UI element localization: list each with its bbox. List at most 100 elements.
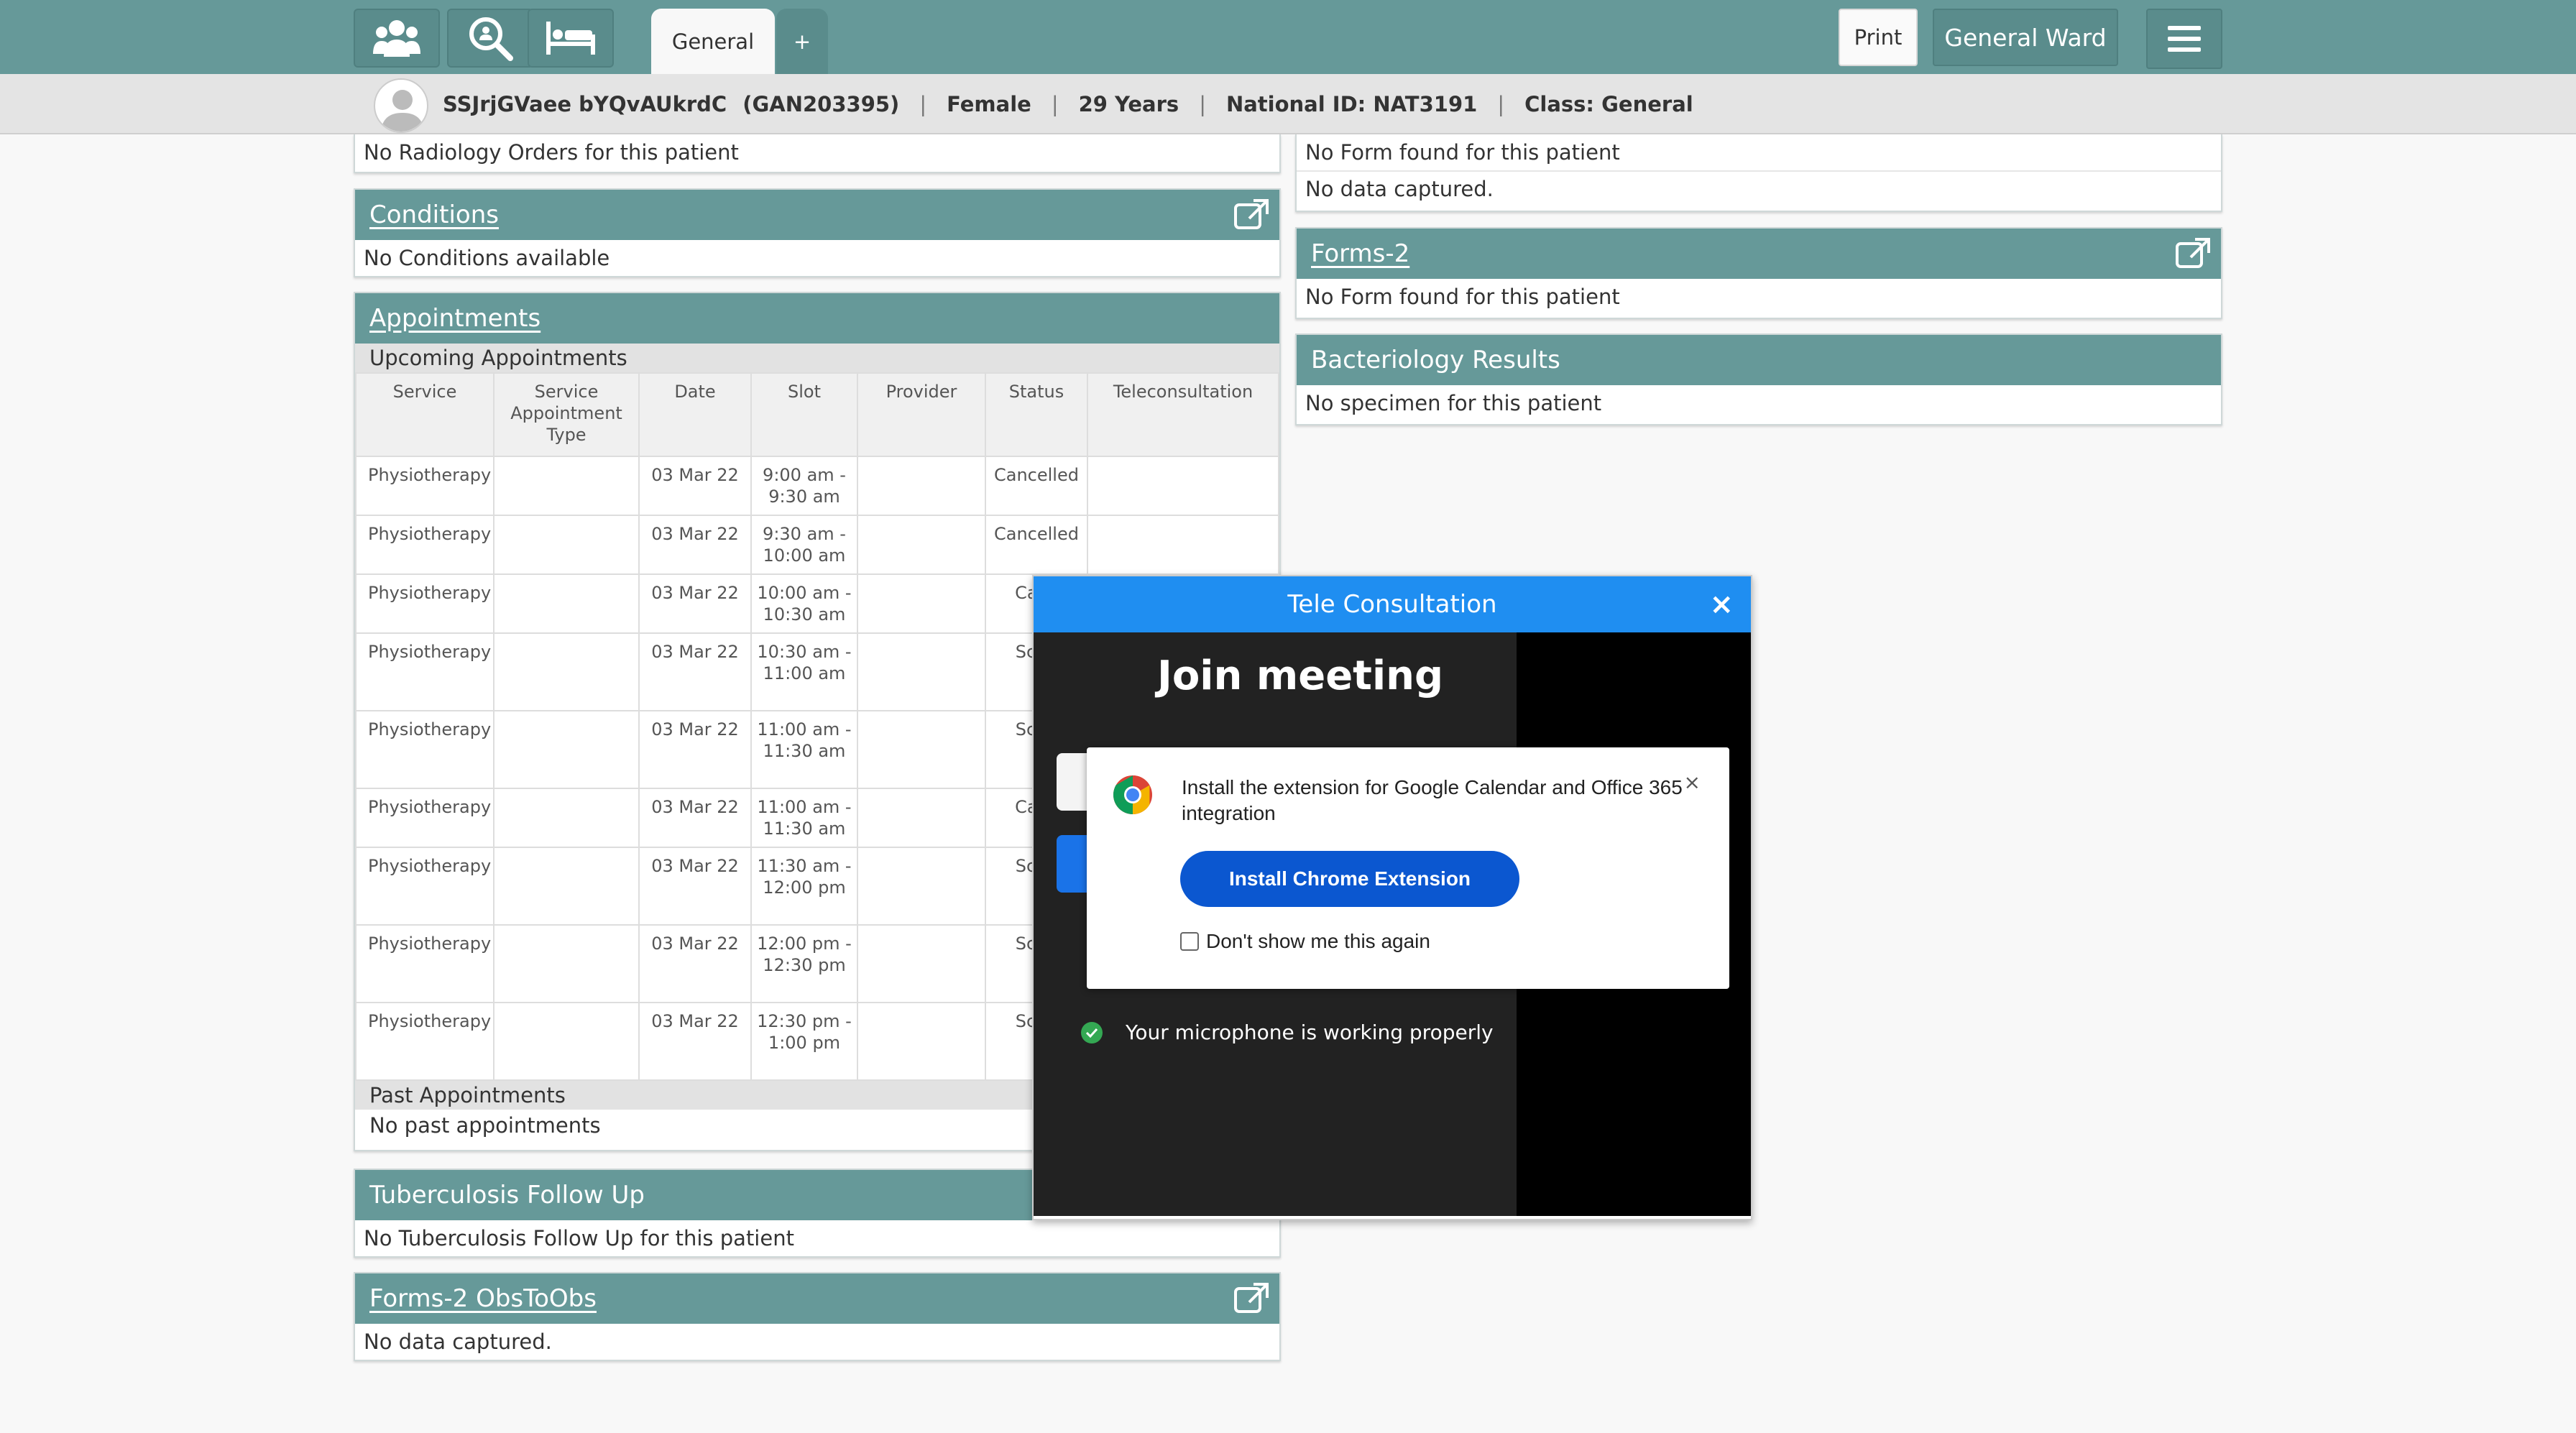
- external-link-icon[interactable]: [1233, 198, 1269, 230]
- forms2-message: No Form found for this patient: [1305, 285, 1620, 309]
- chrome-logo-icon: [1113, 775, 1152, 814]
- ward-button[interactable]: General Ward: [1933, 9, 2118, 66]
- table-row: Physiotherapy 03 Mar 22 9:30 am - 10:00 …: [355, 515, 1279, 575]
- cell-provider: [857, 456, 986, 516]
- cell-type: [493, 710, 640, 789]
- cell-tele: [1087, 515, 1279, 575]
- cell-provider: [857, 710, 986, 789]
- add-tab-button[interactable]: +: [776, 9, 828, 74]
- patient-class: Class: General: [1524, 92, 1693, 116]
- cell-slot: 10:00 am - 10:30 am: [750, 573, 858, 634]
- column-header[interactable]: Slot: [750, 372, 858, 457]
- cell-type: [493, 515, 640, 575]
- check-circle-icon: [1081, 1021, 1103, 1043]
- column-header[interactable]: Date: [638, 372, 752, 457]
- column-header[interactable]: Service: [355, 372, 494, 457]
- patient-header: SSJrjGVaee bYQvAUkrdC (GAN203395) | Fema…: [0, 74, 2576, 134]
- appointments-title-link[interactable]: Appointments: [369, 304, 540, 333]
- magnifier-icon: [469, 17, 513, 61]
- tb-followup-title: Tuberculosis Follow Up: [369, 1181, 645, 1209]
- chrome-extension-popup: Install the extension for Google Calenda…: [1087, 747, 1729, 989]
- conditions-title-link[interactable]: Conditions: [369, 201, 499, 229]
- search-patient-icon[interactable]: [447, 9, 533, 68]
- modal-title: Tele Consultation: [1287, 590, 1497, 619]
- forms-top-data-message: No data captured.: [1297, 170, 2221, 206]
- cell-date: 03 Mar 22: [638, 847, 752, 926]
- cell-provider: [857, 573, 986, 634]
- cell-service: Physiotherapy: [355, 456, 494, 516]
- patients-icon[interactable]: [354, 9, 440, 68]
- cell-provider: [857, 847, 986, 926]
- column-header[interactable]: Service Appointment Type: [493, 372, 640, 457]
- bacteriology-title: Bacteriology Results: [1311, 346, 1560, 374]
- forms-obs-message: No data captured.: [364, 1330, 552, 1354]
- patient-gender: Female: [947, 92, 1031, 116]
- cell-slot: 11:00 am - 11:30 am: [750, 788, 858, 848]
- radiology-panel: No Radiology Orders for this patient: [354, 134, 1281, 173]
- join-meeting-title: Join meeting: [1157, 653, 1444, 699]
- dont-show-checkbox[interactable]: [1180, 932, 1199, 951]
- cell-service: Physiotherapy: [355, 847, 494, 926]
- tb-followup-message: No Tuberculosis Follow Up for this patie…: [364, 1226, 794, 1250]
- hamburger-menu-icon[interactable]: [2146, 9, 2222, 69]
- mic-status: Your microphone is working properly: [1081, 1020, 1494, 1044]
- patient-national-id: National ID: NAT3191: [1225, 92, 1478, 116]
- cell-provider: [857, 1002, 986, 1081]
- dont-show-label: Don't show me this again: [1206, 930, 1430, 952]
- forms-obs-title-link[interactable]: Forms-2 ObsToObs: [369, 1284, 597, 1313]
- external-link-icon[interactable]: [2175, 237, 2211, 269]
- bed-management-icon[interactable]: [528, 9, 614, 68]
- top-navigation-bar: General + Print General Ward: [0, 0, 2576, 74]
- forms2-title-link[interactable]: Forms-2: [1311, 239, 1409, 268]
- cell-service: Physiotherapy: [355, 1002, 494, 1081]
- cell-date: 03 Mar 22: [638, 632, 752, 711]
- cell-slot: 10:30 am - 11:00 am: [750, 632, 858, 711]
- popup-close-icon[interactable]: ×: [1684, 770, 1701, 794]
- column-header[interactable]: Status: [985, 372, 1088, 457]
- dont-show-again-option[interactable]: Don't show me this again: [1180, 930, 1430, 953]
- table-row: Physiotherapy 03 Mar 22 9:00 am - 9:30 a…: [355, 456, 1279, 516]
- cell-slot: 9:30 am - 10:00 am: [750, 515, 858, 575]
- cell-service: Physiotherapy: [355, 632, 494, 711]
- external-link-icon[interactable]: [1233, 1282, 1269, 1314]
- cell-type: [493, 924, 640, 1003]
- install-extension-button[interactable]: Install Chrome Extension: [1180, 851, 1519, 907]
- bacteriology-message: No specimen for this patient: [1305, 391, 1602, 415]
- tab-general[interactable]: General: [651, 9, 775, 74]
- avatar: [374, 78, 428, 133]
- forms-obs-panel: Forms-2 ObsToObs No data captured.: [354, 1272, 1281, 1361]
- modal-close-icon[interactable]: ×: [1709, 588, 1734, 621]
- cell-date: 03 Mar 22: [638, 573, 752, 634]
- cell-type: [493, 573, 640, 634]
- cell-provider: [857, 788, 986, 848]
- cell-status: Cancelled: [985, 456, 1088, 516]
- cell-date: 03 Mar 22: [638, 1002, 752, 1081]
- cell-type: [493, 788, 640, 848]
- cell-service: Physiotherapy: [355, 710, 494, 789]
- cell-service: Physiotherapy: [355, 788, 494, 848]
- cell-date: 03 Mar 22: [638, 710, 752, 789]
- cell-date: 03 Mar 22: [638, 515, 752, 575]
- cell-slot: 12:30 pm - 1:00 pm: [750, 1002, 858, 1081]
- column-header[interactable]: Provider: [857, 372, 986, 457]
- cell-provider: [857, 632, 986, 711]
- cell-provider: [857, 924, 986, 1003]
- column-header[interactable]: Teleconsultation: [1087, 372, 1279, 457]
- cell-service: Physiotherapy: [355, 515, 494, 575]
- radiology-message: No Radiology Orders for this patient: [364, 140, 739, 165]
- upcoming-appointments-heading: Upcoming Appointments: [355, 344, 1279, 372]
- patient-age: 29 Years: [1078, 92, 1179, 116]
- print-button[interactable]: Print: [1839, 9, 1918, 66]
- cell-provider: [857, 515, 986, 575]
- cell-service: Physiotherapy: [355, 573, 494, 634]
- forms2-panel: Forms-2 No Form found for this patient: [1295, 227, 2222, 319]
- cell-slot: 12:00 pm - 12:30 pm: [750, 924, 858, 1003]
- cell-status: Cancelled: [985, 515, 1088, 575]
- cell-service: Physiotherapy: [355, 924, 494, 1003]
- extension-message: Install the extension for Google Calenda…: [1182, 776, 1683, 824]
- cell-type: [493, 1002, 640, 1081]
- cell-tele: [1087, 456, 1279, 516]
- cell-date: 03 Mar 22: [638, 456, 752, 516]
- cell-slot: 11:30 am - 12:00 pm: [750, 847, 858, 926]
- modal-header: Tele Consultation ×: [1034, 576, 1751, 632]
